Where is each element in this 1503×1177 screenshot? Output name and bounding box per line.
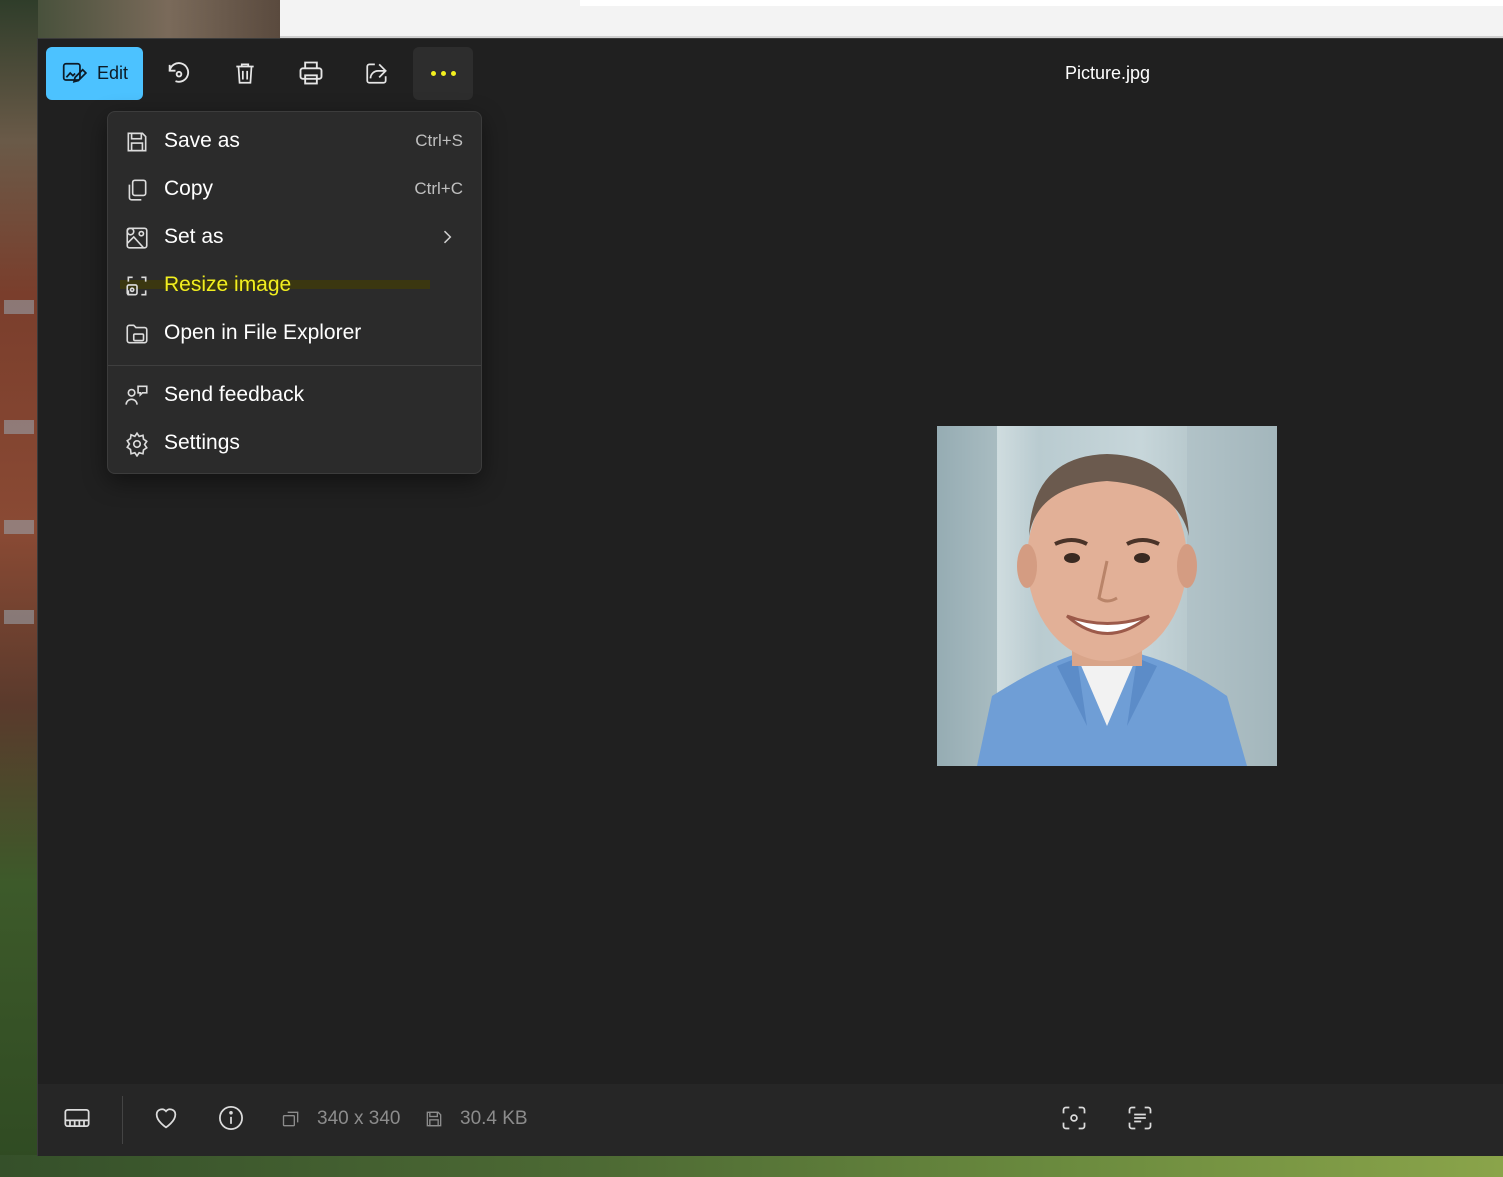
- filmstrip-icon[interactable]: [63, 1104, 91, 1132]
- menu-shortcut: Ctrl+S: [415, 131, 463, 150]
- share-icon: [366, 63, 387, 84]
- menu-label: Settings: [164, 431, 240, 454]
- save-icon: [127, 132, 147, 152]
- print-button[interactable]: [281, 47, 341, 100]
- print-icon: [299, 61, 323, 85]
- desktop-wallpaper-top: [0, 0, 280, 38]
- edit-button[interactable]: Edit: [46, 46, 143, 100]
- menu-item-settings[interactable]: Settings: [108, 419, 481, 467]
- menu-label: Resize image: [164, 273, 292, 296]
- menu-item-open-in-file-explorer[interactable]: Open in File Explorer: [108, 309, 481, 357]
- status-bar: 340 x 340 30.4 KB: [38, 1084, 1503, 1156]
- rotate-icon: [168, 62, 190, 83]
- menu-item-send-feedback[interactable]: Send feedback: [108, 371, 481, 419]
- toolbar: Edit: [46, 46, 473, 100]
- delete-icon: [236, 63, 254, 84]
- menu-item-save-as[interactable]: Save as Ctrl+S: [108, 117, 481, 165]
- menu-label: Set as: [164, 225, 224, 248]
- folder-icon: [126, 324, 148, 344]
- scan-text-icon[interactable]: [1126, 1104, 1154, 1132]
- background-browser-window: [280, 0, 1503, 38]
- copy-icon: [128, 179, 147, 201]
- file-size-save-icon: [426, 1111, 442, 1127]
- dimensions-icon: [282, 1111, 299, 1127]
- info-icon[interactable]: [217, 1104, 245, 1132]
- displayed-photo: [937, 426, 1277, 766]
- edit-label: Edit: [96, 62, 129, 83]
- menu-label: Save as: [164, 129, 240, 152]
- favorite-heart-icon[interactable]: [152, 1104, 180, 1132]
- more-options-menu: Save as Ctrl+S Copy Ctrl+C Set as Resize…: [107, 111, 482, 474]
- menu-item-resize-image[interactable]: Resize image: [108, 261, 481, 309]
- menu-label: Open in File Explorer: [164, 321, 362, 344]
- menu-item-set-as[interactable]: Set as: [108, 213, 481, 261]
- share-button[interactable]: [347, 47, 407, 100]
- menu-separator: [108, 365, 481, 366]
- feedback-icon: [125, 385, 148, 405]
- file-size: 30.4 KB: [460, 1108, 528, 1129]
- gear-icon: [126, 431, 148, 457]
- photos-app-window: Edit Picture.jpg Save as Ctrl+S Copy Ctr…: [37, 38, 1503, 1156]
- status-divider: [122, 1096, 123, 1144]
- desktop-wallpaper-bottom: [0, 1155, 1503, 1177]
- menu-label: Copy: [164, 177, 214, 200]
- edit-image-icon: [62, 62, 87, 83]
- set-as-icon: [126, 227, 148, 249]
- file-title: Picture.jpg: [1065, 63, 1151, 83]
- menu-item-copy[interactable]: Copy Ctrl+C: [108, 165, 481, 213]
- more-options-button[interactable]: [413, 46, 473, 100]
- visual-search-icon[interactable]: [1060, 1104, 1088, 1132]
- image-dimensions: 340 x 340: [317, 1108, 401, 1129]
- delete-button[interactable]: [215, 47, 275, 100]
- menu-shortcut: Ctrl+C: [414, 179, 463, 198]
- more-icon: [430, 70, 456, 76]
- rotate-button[interactable]: [149, 47, 209, 100]
- desktop-wallpaper-left: [0, 0, 38, 1177]
- menu-label: Send feedback: [164, 383, 305, 406]
- chevron-right-icon: [443, 230, 452, 244]
- resize-icon: [126, 276, 147, 296]
